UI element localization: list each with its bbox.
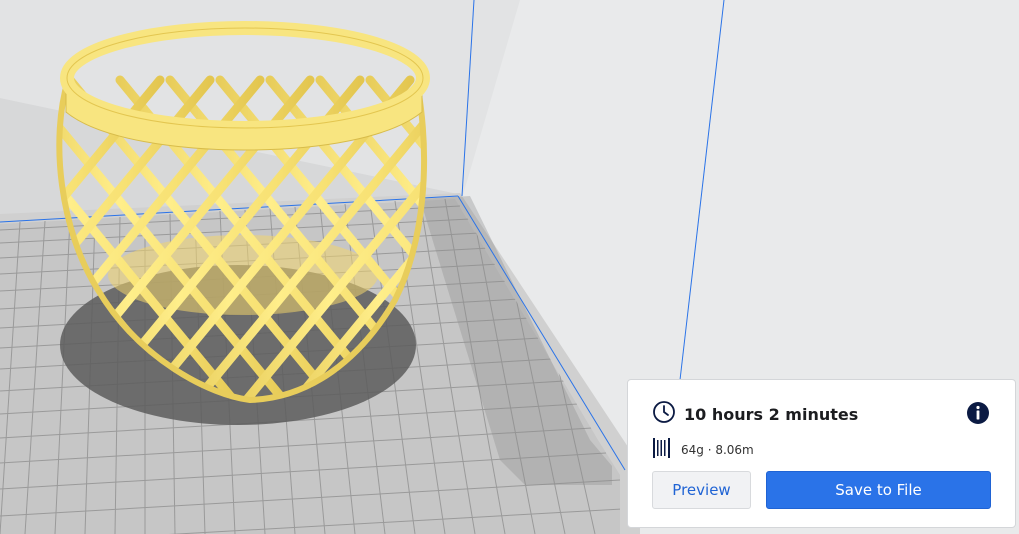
print-summary-panel: 10 hours 2 minutes 64g · 8.06m Preview S… [627, 379, 1016, 528]
filament-spool-icon [652, 437, 672, 463]
print-time-row: 10 hours 2 minutes [652, 400, 858, 428]
save-to-file-button[interactable]: Save to File [766, 471, 991, 509]
preview-button[interactable]: Preview [652, 471, 751, 509]
clock-icon [652, 400, 676, 428]
material-usage: 64g · 8.06m [681, 443, 754, 457]
info-icon[interactable] [966, 401, 990, 425]
estimated-print-time: 10 hours 2 minutes [684, 404, 859, 424]
material-usage-row: 64g · 8.06m [652, 437, 754, 463]
